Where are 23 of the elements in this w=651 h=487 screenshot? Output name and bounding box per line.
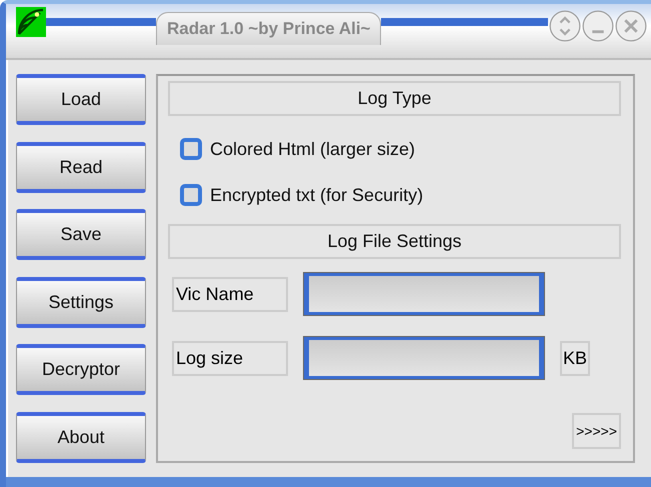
input-field[interactable] xyxy=(304,273,544,315)
sidebar-button[interactable]: Settings xyxy=(16,276,146,328)
radar-icon xyxy=(16,7,46,37)
field-label: Vic Name xyxy=(172,276,288,312)
section-header: Log Type xyxy=(168,81,621,116)
field-label: Log size xyxy=(172,340,288,376)
sidebar-button[interactable]: Read xyxy=(16,142,146,193)
window-title: Radar 1.0 ~by Prince Ali~ xyxy=(156,12,382,44)
minimize-icon[interactable] xyxy=(582,10,614,42)
sidebar-button[interactable]: Decryptor xyxy=(16,344,146,396)
close-icon[interactable] xyxy=(615,10,647,42)
sidebar-button[interactable]: About xyxy=(16,412,146,463)
checkbox-label: Encrypted txt (for Security) xyxy=(210,184,424,206)
sidebar-button[interactable]: Load xyxy=(16,74,146,125)
unit-label: KB xyxy=(560,340,590,376)
checkbox[interactable] xyxy=(180,138,202,160)
checkbox[interactable] xyxy=(180,184,202,206)
resize-icon[interactable] xyxy=(549,10,581,42)
section-header: Log File Settings xyxy=(168,224,621,259)
input-field[interactable] xyxy=(304,337,544,379)
next-button[interactable]: >>>>> xyxy=(572,413,621,449)
checkbox-label: Colored Html (larger size) xyxy=(210,138,416,160)
sidebar-button[interactable]: Save xyxy=(16,209,146,260)
